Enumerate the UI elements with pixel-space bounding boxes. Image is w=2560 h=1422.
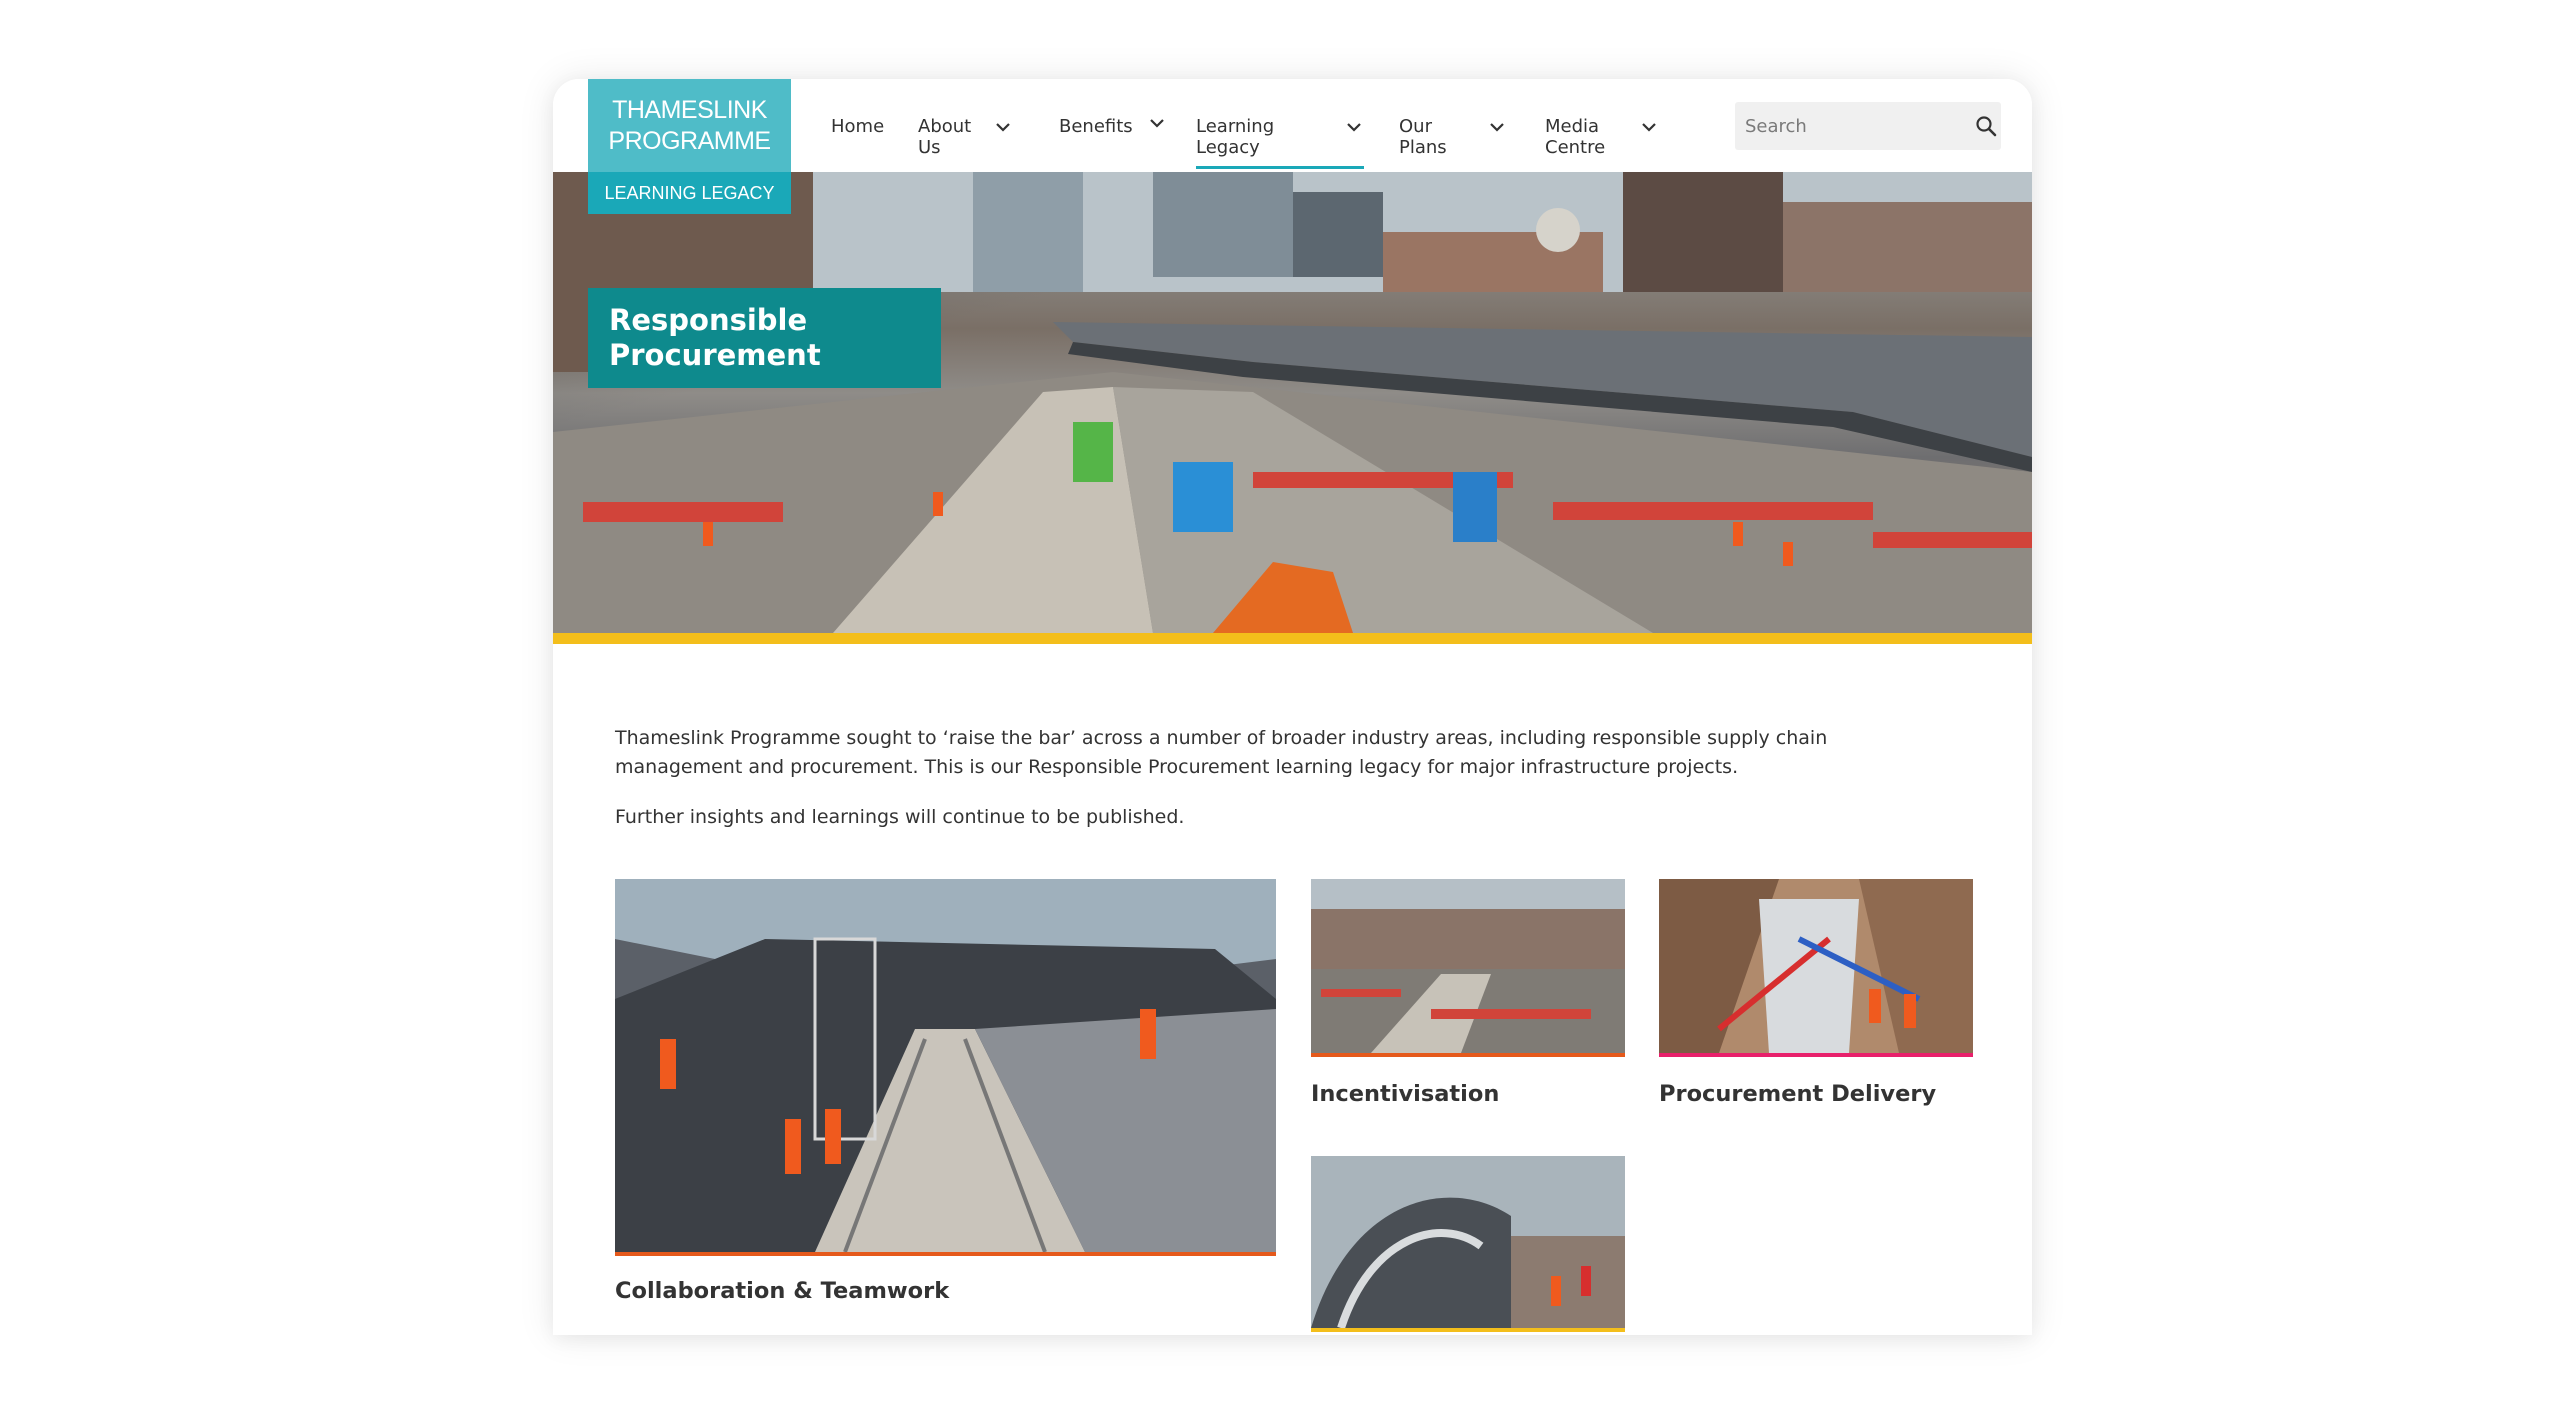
canopy-structure-photo xyxy=(1311,1156,1625,1328)
nav-label: Home xyxy=(831,116,885,137)
hero-title-line-1: Responsible xyxy=(609,303,808,337)
card-incentivisation[interactable]: Incentivisation xyxy=(1311,879,1625,1107)
site-logo[interactable]: THAMESLINK PROGRAMME LEARNING LEGACY xyxy=(588,79,791,214)
station-interior-photo xyxy=(1659,879,1973,1053)
hero-title-line-2: Procurement xyxy=(609,338,821,372)
card-title[interactable]: Procurement Delivery xyxy=(1659,1081,1973,1107)
nav-item-home[interactable]: Home xyxy=(831,79,918,172)
station-platform-photo xyxy=(615,879,1276,1252)
card-procurement-delivery[interactable]: Procurement Delivery xyxy=(1659,879,1973,1107)
logo-line-2: PROGRAMME xyxy=(608,126,771,155)
chevron-down-icon[interactable] xyxy=(1344,117,1364,137)
nav-label: Our Plans xyxy=(1399,116,1447,158)
intro-section: Thameslink Programme sought to ‘raise th… xyxy=(615,724,1975,832)
chevron-down-icon[interactable] xyxy=(1639,117,1659,137)
nav-item-about-us[interactable]: About Us xyxy=(918,79,1059,172)
nav-item-our-plans[interactable]: Our Plans xyxy=(1399,79,1545,172)
nav-label: Learning Legacy xyxy=(1196,116,1275,158)
nav-item-media-centre[interactable]: Media Centre xyxy=(1545,79,1695,172)
card-collaboration-teamwork[interactable]: Collaboration & Teamwork xyxy=(615,879,1276,1304)
logo-main: THAMESLINK PROGRAMME xyxy=(588,79,791,172)
nav-item-learning-legacy[interactable]: Learning Legacy xyxy=(1196,79,1364,172)
browser-page: Home About Us Benefits Learning Legacy O… xyxy=(553,79,2032,1335)
nav-item-benefits[interactable]: Benefits xyxy=(1059,79,1196,172)
card-title[interactable]: Incentivisation xyxy=(1311,1081,1625,1107)
intro-paragraph: Thameslink Programme sought to ‘raise th… xyxy=(615,727,1828,778)
logo-line-1: THAMESLINK xyxy=(612,95,767,124)
search-box xyxy=(1735,102,2001,150)
hero-banner: Responsible Procurement xyxy=(553,172,2032,644)
site-aerial-photo xyxy=(1311,879,1625,1053)
nav-label: Media Centre xyxy=(1545,116,1606,158)
search-icon[interactable] xyxy=(1970,102,2001,150)
card-image[interactable] xyxy=(1311,879,1625,1057)
chevron-down-icon[interactable] xyxy=(1487,117,1507,137)
chevron-down-icon[interactable] xyxy=(993,117,1013,137)
logo-subtitle: LEARNING LEGACY xyxy=(588,172,791,214)
card-image[interactable] xyxy=(1311,1156,1625,1332)
intro-paragraph-secondary: Further insights and learnings will cont… xyxy=(615,806,1185,828)
nav-label: About Us xyxy=(918,116,972,158)
chevron-down-icon[interactable] xyxy=(1147,113,1167,133)
search-input[interactable] xyxy=(1735,102,1970,150)
card-item[interactable] xyxy=(1311,1156,1625,1332)
card-image[interactable] xyxy=(615,879,1276,1256)
card-title[interactable]: Collaboration & Teamwork xyxy=(615,1278,1276,1304)
hero-title: Responsible Procurement xyxy=(588,288,941,388)
nav-label: Benefits xyxy=(1059,116,1133,137)
main-nav: Home About Us Benefits Learning Legacy O… xyxy=(831,79,1695,172)
construction-site-photo xyxy=(553,172,2032,633)
card-image[interactable] xyxy=(1659,879,1973,1057)
